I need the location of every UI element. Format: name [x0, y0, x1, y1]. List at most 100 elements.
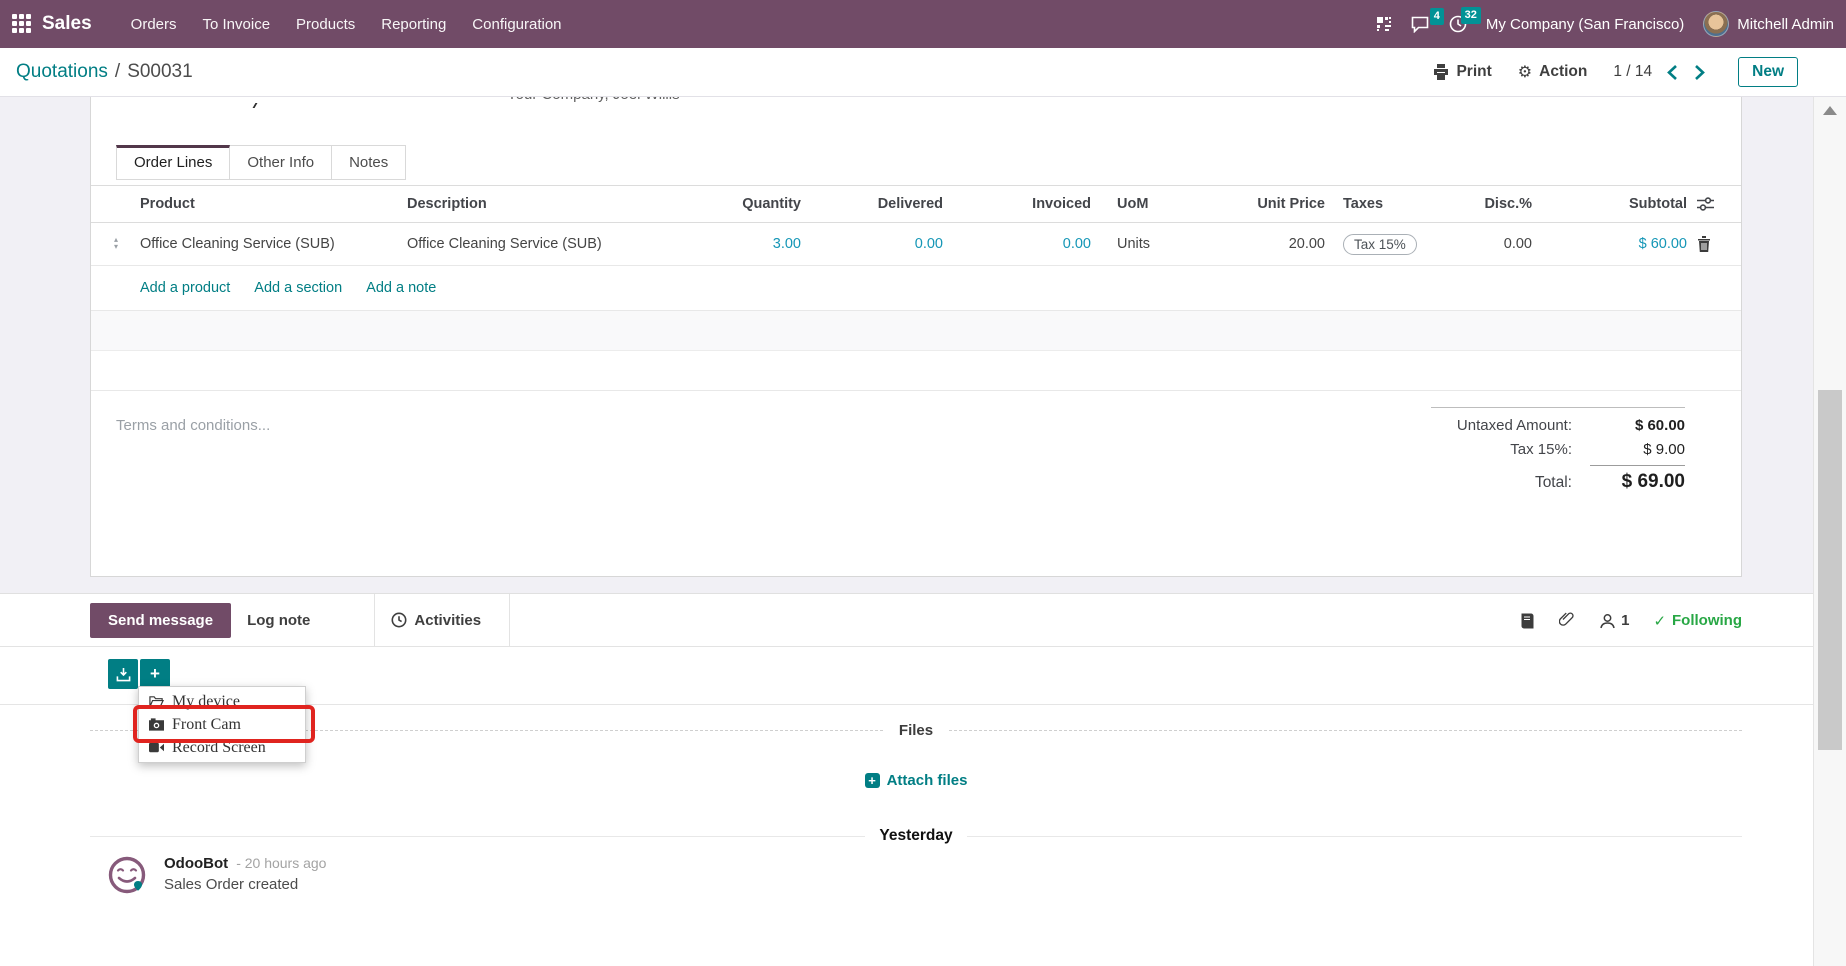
vertical-scrollbar[interactable] [1813, 97, 1846, 966]
add-product-link[interactable]: Add a product [140, 280, 230, 296]
col-unit-price: Unit Price [1257, 196, 1325, 212]
read-log-icon[interactable] [1519, 613, 1535, 629]
delete-row-icon[interactable] [1687, 236, 1743, 252]
upload-icon [116, 667, 130, 681]
col-description: Description [407, 196, 487, 212]
optional-columns-icon[interactable] [1687, 197, 1743, 211]
total-divider [1590, 465, 1685, 466]
chatter-topbar: Send message Log note Activities 1 ✓ Fol… [0, 593, 1813, 647]
nav-item-orders[interactable]: Orders [118, 0, 190, 48]
breadcrumb-parent-link[interactable]: Quotations [16, 61, 108, 82]
menu-item-front-cam[interactable]: Front Cam [139, 713, 305, 736]
activities-clock-icon[interactable]: 32 [1449, 7, 1481, 33]
upload-file-button[interactable] [108, 659, 138, 689]
menu-item-record-screen[interactable]: Record Screen [139, 736, 305, 759]
board-icon[interactable] [1376, 16, 1392, 32]
cell-delivered[interactable]: 0.00 [801, 236, 943, 252]
files-header: Files [898, 722, 934, 739]
chatter-message: OdooBot - 20 hours ago Sales Order creat… [107, 855, 326, 895]
user-name: Mitchell Admin [1737, 15, 1834, 33]
check-icon: ✓ [1653, 612, 1667, 630]
app-name[interactable]: Sales [42, 13, 92, 35]
breadcrumb-separator: / [114, 61, 121, 82]
attach-files-button[interactable]: + Attach files [864, 772, 967, 789]
activities-button[interactable]: Activities [375, 603, 497, 638]
cell-unit-price[interactable]: 20.00 [1181, 236, 1325, 252]
cell-invoiced[interactable]: 0.00 [943, 236, 1091, 252]
nav-item-to-invoice[interactable]: To Invoice [190, 0, 284, 48]
total-row: Total: $ 69.00 [1534, 471, 1685, 492]
clipped-field-value[interactable]: Your Company, Joel Willis [507, 97, 680, 103]
camera-icon [149, 718, 164, 731]
company-switcher[interactable]: My Company (San Francisco) [1486, 16, 1684, 33]
files-section-divider: Files [90, 722, 1742, 739]
send-message-button[interactable]: Send message [90, 602, 232, 638]
cell-quantity[interactable]: 3.00 [701, 236, 801, 252]
cell-taxes[interactable]: Tax 15% [1325, 233, 1441, 255]
col-subtotal: Subtotal [1629, 196, 1687, 212]
order-line-row: ▴ ▾ Office Cleaning Service (SUB) Office … [91, 223, 1741, 266]
navbar-right: 4 32 My Company (San Francisco) Mitchell… [1376, 7, 1846, 37]
tab-order-lines[interactable]: Order Lines [116, 145, 231, 180]
scrollbar-thumb[interactable] [1818, 390, 1842, 750]
chatter-icons: 1 ✓ Following [1519, 594, 1742, 647]
activities-badge: 32 [1460, 7, 1481, 24]
tab-notes[interactable]: Notes [332, 145, 407, 180]
cell-product[interactable]: Office Cleaning Service (SUB) [140, 236, 407, 252]
totals-divider [1431, 407, 1685, 408]
followers-icon[interactable]: 1 [1599, 612, 1629, 629]
attachment-paperclip-icon[interactable] [1559, 612, 1575, 629]
add-section-link[interactable]: Add a section [254, 280, 342, 296]
pager-previous-icon[interactable] [1666, 64, 1679, 81]
plus-icon: + [150, 664, 160, 683]
control-panel-right: Print ⚙ Action 1 / 14 New [1433, 57, 1798, 87]
folder-open-icon [149, 696, 164, 708]
col-invoiced: Invoiced [1032, 196, 1091, 212]
log-note-button[interactable]: Log note [231, 603, 326, 638]
tax-pill: Tax 15% [1343, 233, 1417, 255]
main-menu: Orders To Invoice Products Reporting Con… [118, 0, 575, 48]
date-divider: Yesterday [90, 827, 1742, 845]
divider [509, 593, 511, 647]
new-button[interactable]: New [1738, 57, 1798, 87]
nav-item-configuration[interactable]: Configuration [459, 0, 574, 48]
user-menu[interactable]: Mitchell Admin [1703, 11, 1834, 37]
following-button[interactable]: ✓ Following [1653, 612, 1742, 630]
order-lines-header: Product Description Quantity Delivered I… [91, 185, 1741, 223]
terms-placeholder[interactable]: Terms and conditions... [116, 417, 270, 434]
message-timestamp: - 20 hours ago [236, 855, 327, 871]
clipped-field-row: Your Company, Joel Willis [91, 97, 1741, 111]
cell-description[interactable]: Office Cleaning Service (SUB) [407, 236, 701, 252]
col-product: Product [140, 196, 195, 212]
add-attachment-button[interactable]: + [140, 659, 170, 689]
add-note-link[interactable]: Add a note [366, 280, 436, 296]
pager-next-icon[interactable] [1693, 64, 1706, 81]
control-panel: Quotations / S00031 Print ⚙ Action 1 / 14 … [0, 48, 1846, 97]
message-author[interactable]: OdooBot [164, 855, 228, 872]
tab-other-info[interactable]: Other Info [230, 145, 333, 180]
drag-handle-icon[interactable]: ▴ ▾ [91, 236, 125, 251]
nav-item-reporting[interactable]: Reporting [368, 0, 459, 48]
top-navbar: Sales Orders To Invoice Products Reporti… [0, 0, 1846, 48]
nav-item-products[interactable]: Products [283, 0, 368, 48]
print-button[interactable]: Print [1433, 63, 1492, 81]
scrollbar-up-arrow[interactable] [1823, 106, 1837, 115]
cell-disc[interactable]: 0.00 [1441, 236, 1532, 252]
untaxed-row: Untaxed Amount: $ 60.00 [1456, 417, 1685, 434]
messages-badge: 4 [1429, 7, 1444, 25]
tax-row: Tax 15%: $ 9.00 [1510, 441, 1685, 458]
menu-item-my-device[interactable]: My device [139, 690, 305, 713]
user-avatar [1703, 11, 1730, 37]
form-sheet: Your Company, Joel Willis Order Lines Ot… [90, 97, 1742, 577]
pager-value: 1 / 14 [1613, 63, 1653, 80]
apps-grid-icon[interactable] [12, 14, 32, 34]
action-button[interactable]: ⚙ Action [1518, 62, 1588, 82]
gear-icon: ⚙ [1517, 64, 1533, 81]
attach-files-line: + Attach files [90, 772, 1742, 789]
cell-uom[interactable]: Units [1091, 236, 1181, 252]
messages-icon[interactable]: 4 [1411, 7, 1444, 33]
col-taxes: Taxes [1343, 196, 1384, 212]
date-divider-label: Yesterday [879, 827, 953, 844]
order-lines-footer-links: Add a product Add a section Add a note [91, 266, 1741, 311]
col-delivered: Delivered [877, 196, 943, 212]
